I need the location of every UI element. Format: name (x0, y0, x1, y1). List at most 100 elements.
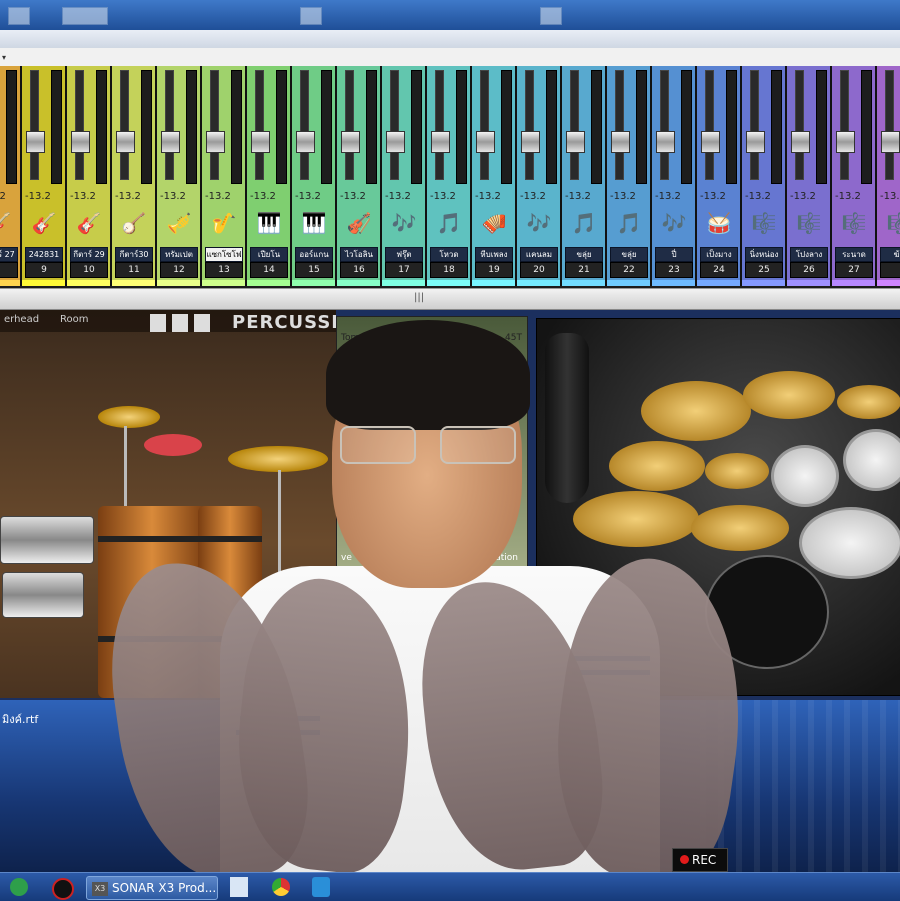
channel-name[interactable]: โปงลาง (790, 247, 828, 262)
volume-fader-handle[interactable] (26, 131, 45, 153)
volume-fader-handle[interactable] (566, 131, 585, 153)
volume-fader-handle[interactable] (71, 131, 90, 153)
desktop-icon[interactable] (62, 7, 108, 25)
document-app-icon[interactable] (230, 877, 248, 897)
desktop-file-label[interactable]: มิงค์.rtf (2, 710, 38, 728)
channel-name[interactable]: เป็งมาง (700, 247, 738, 262)
channel-name[interactable]: นิ่งหน่อง (745, 247, 783, 262)
channel-name[interactable]: แซกโซโฟ (205, 247, 243, 262)
channel-name[interactable]: กีตาร์ 29 (70, 247, 108, 262)
folder-icon[interactable] (540, 7, 562, 25)
floor-tom-image[interactable] (799, 507, 900, 579)
volume-db-readout[interactable]: -13.2 (655, 191, 681, 202)
channel-name[interactable]: ไวโอลิน (340, 247, 378, 262)
volume-fader-track[interactable] (71, 70, 90, 180)
channel-name[interactable]: ฆ้อ (880, 247, 900, 262)
volume-db-readout[interactable]: -13.2 (160, 191, 186, 202)
mixer-channel-strip[interactable]: -13.2 🎼 ฆ้อ (877, 66, 900, 286)
volume-db-readout[interactable]: -13.2 (70, 191, 96, 202)
mixer-channel-strip[interactable]: -13.2 🪗 หีบเพลง 19 (472, 66, 517, 286)
dropdown-arrow-icon[interactable]: ▾ (2, 53, 6, 62)
mixer-channel-strip[interactable]: -13.2 🎷 แซกโซโฟ 13 (202, 66, 247, 286)
volume-db-readout[interactable]: -13.2 (520, 191, 546, 202)
volume-fader-handle[interactable] (116, 131, 135, 153)
volume-fader-handle[interactable] (746, 131, 765, 153)
mixer-channel-strip[interactable]: -13.2 🎸 กีตาร์ 29 10 (67, 66, 112, 286)
volume-fader-handle[interactable] (521, 131, 540, 153)
hihat-cymbal-image[interactable] (705, 453, 769, 489)
volume-fader-handle[interactable] (656, 131, 675, 153)
volume-fader-track[interactable] (566, 70, 585, 180)
mixer-channel-strip[interactable]: -13.2 🥁 เป็งมาง 24 (697, 66, 742, 286)
channel-name[interactable]: ฟรุ๊ต (385, 247, 423, 262)
volume-fader-handle[interactable] (206, 131, 225, 153)
volume-fader-track[interactable] (521, 70, 540, 180)
volume-fader-track[interactable] (476, 70, 495, 180)
chrome-icon[interactable] (272, 878, 290, 896)
volume-fader-handle[interactable] (161, 131, 180, 153)
mixer-channel-strip[interactable]: -13.2 🎵 ขลุ่ย 21 (562, 66, 607, 286)
mixer-channel-strip[interactable]: -13.2 🎺 ทรัมเปต 12 (157, 66, 202, 286)
volume-fader-track[interactable] (206, 70, 225, 180)
tab-room[interactable]: Room (60, 314, 88, 325)
channel-name[interactable]: ขลุ่ย (565, 247, 603, 262)
volume-db-readout[interactable]: -13.2 (430, 191, 456, 202)
mixer-channel-strip[interactable]: -13.2 🎹 ออร์แกน 15 (292, 66, 337, 286)
mixer-channel-strip[interactable]: -13.2 🎼 ระนาด 27 (832, 66, 877, 286)
volume-fader-track[interactable] (251, 70, 270, 180)
splash-cymbal-image[interactable] (837, 385, 900, 419)
mixer-channel-strip[interactable]: -13.2 🎶 ฟรุ๊ต 17 (382, 66, 427, 286)
volume-fader-track[interactable] (116, 70, 135, 180)
mixer-channel-strip[interactable]: -13.2 🎸 กีตาร์ 27 (0, 66, 22, 286)
volume-fader-track[interactable] (431, 70, 450, 180)
volume-fader-handle[interactable] (341, 131, 360, 153)
volume-db-readout[interactable]: -13.2 (880, 191, 900, 202)
channel-name[interactable]: ออร์แกน (295, 247, 333, 262)
volume-db-readout[interactable]: -13.2 (745, 191, 771, 202)
volume-db-readout[interactable]: -13.2 (475, 191, 501, 202)
tab-overhead[interactable]: erhead (4, 314, 39, 325)
teamviewer-icon[interactable] (312, 877, 330, 897)
volume-fader-handle[interactable] (386, 131, 405, 153)
volume-db-readout[interactable]: -13.2 (205, 191, 231, 202)
volume-fader-track[interactable] (836, 70, 855, 180)
channel-name[interactable]: ปี่ (655, 247, 693, 262)
volume-db-readout[interactable]: -13.2 (25, 191, 51, 202)
volume-fader-handle[interactable] (701, 131, 720, 153)
volume-fader-handle[interactable] (251, 131, 270, 153)
tom-drum-image[interactable] (843, 429, 900, 491)
channel-name[interactable]: กีตาร์ 27 (0, 247, 18, 262)
volume-fader-handle[interactable] (881, 131, 900, 153)
volume-db-readout[interactable]: -13.2 (340, 191, 366, 202)
volume-db-readout[interactable]: -13.2 (385, 191, 411, 202)
volume-fader-handle[interactable] (296, 131, 315, 153)
app-icon[interactable] (10, 878, 28, 896)
volume-db-readout[interactable]: -13.2 (610, 191, 636, 202)
mixer-channel-strip[interactable]: -13.2 🎵 ขลุ่ย 22 (607, 66, 652, 286)
channel-name[interactable]: กีตาร์30 (115, 247, 153, 262)
volume-db-readout[interactable]: -13.2 (295, 191, 321, 202)
mixer-channel-strip[interactable]: -13.2 🎼 นิ่งหน่อง 25 (742, 66, 787, 286)
volume-fader-handle[interactable] (431, 131, 450, 153)
mixer-channel-strip[interactable]: -13.2 🎸 242831 9 (22, 66, 67, 286)
channel-name[interactable]: 242831 (25, 247, 63, 262)
channel-name[interactable]: ขลุ่ย (610, 247, 648, 262)
volume-fader-track[interactable] (746, 70, 765, 180)
record-app-icon[interactable] (52, 878, 74, 900)
ride-cymbal-image[interactable] (743, 371, 835, 419)
sonar-taskbar-button[interactable]: X3 SONAR X3 Prod... (86, 876, 218, 900)
mixer-channel-strip[interactable]: -13.2 🎶 ปี่ 23 (652, 66, 697, 286)
volume-fader-track[interactable] (26, 70, 45, 180)
volume-fader-handle[interactable] (791, 131, 810, 153)
grip-handle-icon[interactable]: ||| (414, 292, 424, 303)
channel-name[interactable]: ทรัมเปต (160, 247, 198, 262)
volume-fader-track[interactable] (611, 70, 630, 180)
volume-db-readout[interactable]: -13.2 (565, 191, 591, 202)
channel-name[interactable]: เปียโน (250, 247, 288, 262)
desktop-icon[interactable] (8, 7, 30, 25)
mixer-channel-strip[interactable]: -13.2 🎶 แคนลม 20 (517, 66, 562, 286)
volume-db-readout[interactable]: -13.2 (250, 191, 276, 202)
volume-fader-handle[interactable] (836, 131, 855, 153)
volume-fader-handle[interactable] (611, 131, 630, 153)
volume-fader-track[interactable] (881, 70, 900, 180)
